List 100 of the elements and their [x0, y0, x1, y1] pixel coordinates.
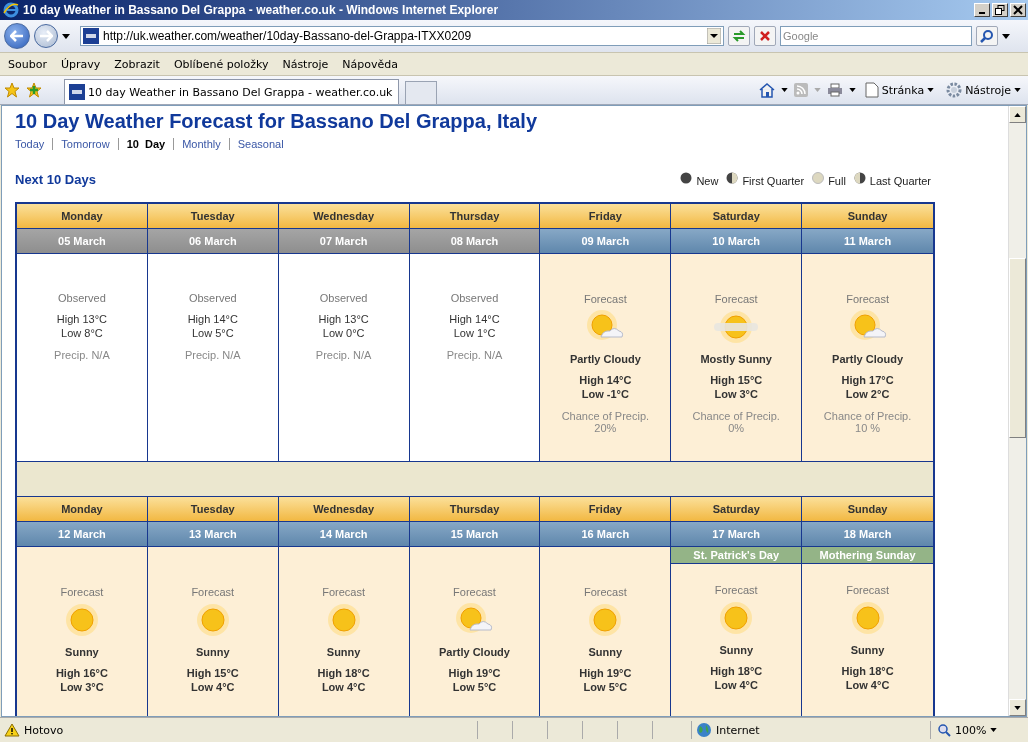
last-quarter-moon-icon [853, 172, 866, 184]
forecast-label: Forecast [846, 293, 889, 305]
dropdown-icon[interactable] [62, 33, 70, 39]
day-header: Sunday [802, 204, 933, 229]
date-bar: 10 March [671, 229, 802, 254]
full-moon-icon [812, 172, 825, 184]
status-text: Hotovo [24, 723, 65, 737]
precip-label: Chance of Precip. [692, 410, 780, 422]
low-temp: Low 4°C [845, 678, 890, 692]
precip-text: Precip. N/A [315, 349, 372, 361]
forecast-label: Forecast [714, 584, 758, 596]
sun-haze-icon [712, 309, 761, 345]
warning-icon [4, 723, 20, 737]
site-logo-icon [83, 28, 99, 44]
scroll-thumb[interactable] [1009, 258, 1026, 438]
high-temp: High 15°C [186, 666, 239, 680]
low-temp: Low 1°C [453, 326, 496, 340]
caret-icon [1014, 88, 1021, 92]
nav-link[interactable]: 10 Day [117, 138, 166, 150]
sun-icon [325, 602, 362, 638]
high-temp: High 17°C [841, 373, 894, 387]
menu-item[interactable]: Nástroje [275, 57, 336, 71]
holiday-bar: Mothering Sunday [802, 547, 933, 564]
condition-text: Sunny [850, 644, 885, 656]
star-icon[interactable] [4, 82, 20, 98]
high-temp: High 14°C [579, 373, 632, 387]
date-bar: 14 March [278, 522, 409, 547]
low-temp: Low 5°C [191, 326, 234, 340]
sun-icon [194, 602, 231, 638]
menu-item[interactable]: Soubor [1, 57, 54, 71]
forward-button[interactable] [34, 24, 58, 48]
add-favorite-icon[interactable] [26, 82, 42, 98]
low-temp: Low 4°C [321, 680, 366, 694]
dropdown-icon[interactable] [1002, 33, 1010, 39]
magnifier-icon [937, 723, 951, 737]
date-bar: 05 March [17, 229, 147, 254]
high-temp: High 18°C [841, 664, 894, 678]
date-bar: 09 March [540, 229, 671, 254]
nav-link[interactable]: Monthly [173, 138, 221, 150]
condition-text: Mostly Sunny [700, 353, 772, 365]
page-menu-button[interactable]: Stránka [861, 82, 938, 98]
date-bar: 06 March [147, 229, 278, 254]
page-heading: 10 Day Weather Forecast for Bassano Del Grappa, Italy [15, 110, 539, 133]
observed-label: Observed [58, 292, 106, 304]
nav-link[interactable]: Today [15, 138, 45, 150]
low-temp: Low 3°C [60, 680, 104, 694]
nav-link[interactable]: Tomorrow [52, 138, 110, 150]
date-bar: 17 March [671, 522, 802, 547]
home-icon[interactable] [758, 82, 775, 98]
printer-icon[interactable] [826, 83, 843, 97]
address-field[interactable]: http://uk.weather.com/weather/10day-Bassano-del-Grappa-ITXX0209 [80, 26, 724, 46]
tools-menu-button[interactable]: Nástroje [943, 82, 1024, 98]
dropdown-icon[interactable] [707, 28, 721, 44]
dropdown-icon[interactable] [848, 88, 856, 92]
stop-button[interactable] [754, 26, 776, 46]
close-button[interactable] [1010, 3, 1026, 17]
window-title: 10 day Weather in Bassano Del Grappa - weather.co.uk - Windows Internet Explorer [23, 3, 500, 17]
minimize-button[interactable] [974, 3, 990, 17]
back-button[interactable] [4, 23, 30, 49]
site-logo-icon [69, 84, 85, 100]
nav-link[interactable]: Seasonal [228, 138, 284, 150]
search-button[interactable] [976, 26, 998, 46]
browser-tab[interactable]: 10 day Weather in Bassano Del Grappa - weather.co.uk [64, 79, 400, 104]
restore-button[interactable] [992, 3, 1008, 17]
forecast-label: Forecast [583, 586, 627, 598]
day-header: Wednesday [278, 204, 409, 229]
date-bar: 07 March [278, 229, 409, 254]
condition-text: Sunny [326, 646, 361, 658]
day-header: Monday [17, 204, 147, 229]
menu-item[interactable]: Nápověda [335, 57, 405, 71]
day-header: Wednesday [278, 497, 409, 522]
date-bar: 08 March [409, 229, 540, 254]
high-temp: High 19°C [448, 666, 501, 680]
zoom-button[interactable]: 100% [930, 721, 1010, 739]
scrollbar[interactable] [1008, 106, 1026, 716]
holiday-bar: St. Patrick's Day [671, 547, 802, 564]
low-temp: Low 5°C [583, 680, 628, 694]
dropdown-icon[interactable] [780, 88, 788, 92]
security-zone-text: Internet [716, 723, 760, 737]
precip-label: Chance of Precip. [561, 410, 650, 422]
menu-item[interactable]: Oblíbené položky [166, 57, 276, 71]
condition-text: Partly Cloudy [439, 646, 510, 658]
forecast-label: Forecast [453, 586, 496, 598]
sun-icon [849, 600, 886, 636]
new-moon-icon [680, 172, 693, 184]
forecast-label: Forecast [191, 586, 235, 598]
refresh-button[interactable] [728, 26, 750, 46]
low-temp: Low 4°C [191, 680, 235, 694]
first-quarter-moon-icon [726, 172, 739, 184]
menu-item[interactable]: Úpravy [53, 57, 108, 71]
condition-text: Sunny [719, 644, 753, 656]
menu-item[interactable]: Zobrazit [107, 57, 167, 71]
restore-icon [995, 5, 1005, 15]
day-header: Thursday [409, 497, 540, 522]
search-field[interactable]: Google [780, 26, 972, 46]
day-header: Saturday [671, 204, 802, 229]
low-temp: Low 4°C [714, 678, 758, 692]
date-bar: 11 March [802, 229, 933, 254]
close-icon [759, 30, 771, 42]
low-temp: Low 3°C [714, 387, 758, 401]
